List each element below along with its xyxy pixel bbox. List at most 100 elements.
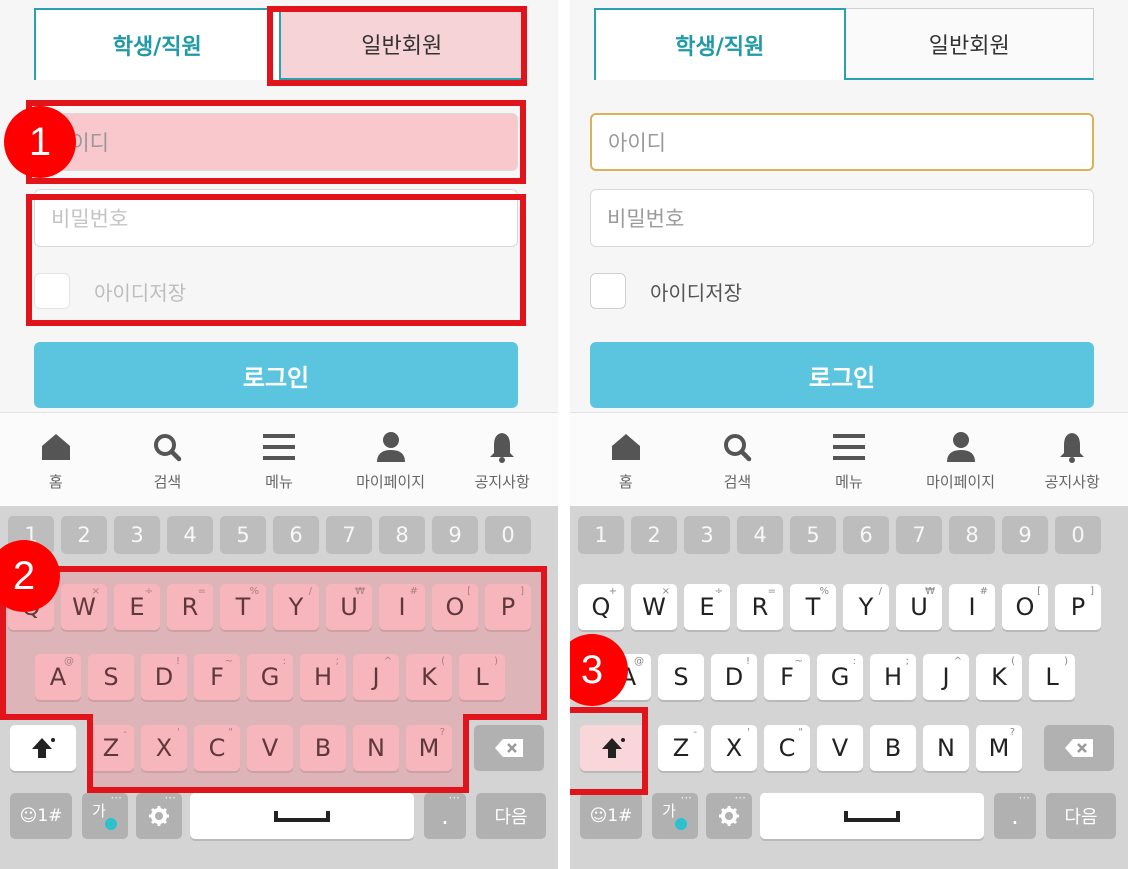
number-key-4[interactable]: 4: [167, 516, 213, 554]
next-key[interactable]: 다음: [1046, 793, 1116, 839]
letter-key-d[interactable]: D!: [141, 654, 187, 700]
letter-key-i[interactable]: I #: [949, 584, 995, 630]
letter-key-l[interactable]: L): [1029, 654, 1075, 700]
letter-key-t[interactable]: T%: [790, 584, 836, 630]
number-key-4[interactable]: 4: [737, 516, 783, 554]
number-key-3[interactable]: 3: [114, 516, 160, 554]
number-key-5[interactable]: 5: [220, 516, 266, 554]
number-key-0[interactable]: 0: [1055, 516, 1101, 554]
letter-key-o[interactable]: O[: [432, 584, 478, 630]
number-key-2[interactable]: 2: [61, 516, 107, 554]
number-key-2[interactable]: 2: [631, 516, 677, 554]
symbols-key[interactable]: ☺1#: [580, 793, 642, 839]
period-key[interactable]: .: [994, 791, 1036, 839]
letter-key-f[interactable]: F ~: [764, 654, 810, 700]
letter-key-a[interactable]: A @: [35, 654, 81, 700]
space-key[interactable]: [190, 793, 414, 839]
letter-key-y[interactable]: Y /: [843, 584, 889, 630]
letter-key-s[interactable]: S: [88, 654, 134, 700]
number-key-7[interactable]: 7: [896, 516, 942, 554]
period-key[interactable]: .: [424, 791, 466, 839]
letter-key-r[interactable]: R =: [737, 584, 783, 630]
nav-search[interactable]: 검색: [682, 413, 794, 507]
tab-student-staff[interactable]: 학생/직원: [594, 8, 846, 80]
letter-key-h[interactable]: H;: [300, 654, 346, 700]
password-field[interactable]: 비밀번호: [590, 189, 1094, 247]
letter-key-c[interactable]: C ": [764, 725, 810, 771]
letter-key-d[interactable]: D!: [711, 654, 757, 700]
letter-key-p[interactable]: P]: [1055, 584, 1101, 630]
letter-key-j[interactable]: J ^: [353, 654, 399, 700]
letter-key-p[interactable]: P]: [485, 584, 531, 630]
id-field[interactable]: 아이디: [590, 113, 1094, 171]
number-key-3[interactable]: 3: [684, 516, 730, 554]
number-key-8[interactable]: 8: [379, 516, 425, 554]
number-key-5[interactable]: 5: [790, 516, 836, 554]
letter-key-f[interactable]: F ~: [194, 654, 240, 700]
symbols-key[interactable]: ☺1#: [10, 793, 72, 839]
backspace-key[interactable]: [1044, 725, 1114, 771]
letter-key-e[interactable]: E ÷: [684, 584, 730, 630]
next-key[interactable]: 다음: [476, 793, 546, 839]
letter-key-z[interactable]: Z-: [658, 725, 704, 771]
nav-mypage[interactable]: 마이페이지: [335, 413, 447, 507]
letter-key-i[interactable]: I #: [379, 584, 425, 630]
letter-key-b[interactable]: B: [300, 725, 346, 771]
nav-notice[interactable]: 공지사항: [446, 413, 558, 507]
language-key[interactable]: 가: [82, 791, 128, 839]
letter-key-n[interactable]: N: [923, 725, 969, 771]
letter-key-h[interactable]: H;: [870, 654, 916, 700]
letter-key-r[interactable]: R =: [167, 584, 213, 630]
letter-key-o[interactable]: O[: [1002, 584, 1048, 630]
letter-key-z[interactable]: Z-: [88, 725, 134, 771]
letter-key-t[interactable]: T%: [220, 584, 266, 630]
letter-key-e[interactable]: E ÷: [114, 584, 160, 630]
number-key-6[interactable]: 6: [843, 516, 889, 554]
letter-key-m[interactable]: M?: [406, 725, 452, 771]
number-key-1[interactable]: 1: [578, 516, 624, 554]
nav-menu[interactable]: 메뉴: [223, 413, 335, 507]
letter-key-b[interactable]: B: [870, 725, 916, 771]
settings-key[interactable]: [706, 791, 752, 839]
language-key[interactable]: 가: [652, 791, 698, 839]
letter-key-g[interactable]: G:: [247, 654, 293, 700]
number-key-9[interactable]: 9: [432, 516, 478, 554]
letter-key-m[interactable]: M?: [976, 725, 1022, 771]
tab-general-member[interactable]: 일반회원: [845, 8, 1094, 80]
login-button[interactable]: 로그인: [590, 342, 1094, 408]
tab-student-staff[interactable]: 학생/직원: [34, 8, 281, 80]
letter-key-w[interactable]: W ×: [61, 584, 107, 630]
letter-key-k[interactable]: K(: [406, 654, 452, 700]
letter-key-q[interactable]: Q+: [578, 584, 624, 630]
letter-key-x[interactable]: X ': [141, 725, 187, 771]
nav-search[interactable]: 검색: [112, 413, 224, 507]
settings-key[interactable]: [136, 791, 182, 839]
letter-key-u[interactable]: U ₩: [896, 584, 942, 630]
login-button[interactable]: 로그인: [34, 342, 518, 408]
letter-key-c[interactable]: C ": [194, 725, 240, 771]
letter-key-l[interactable]: L): [459, 654, 505, 700]
nav-home[interactable]: 홈: [570, 413, 682, 507]
number-key-8[interactable]: 8: [949, 516, 995, 554]
nav-notice[interactable]: 공지사항: [1016, 413, 1128, 507]
letter-key-v[interactable]: V: [817, 725, 863, 771]
number-key-6[interactable]: 6: [273, 516, 319, 554]
letter-key-w[interactable]: W ×: [631, 584, 677, 630]
letter-key-y[interactable]: Y /: [273, 584, 319, 630]
space-key[interactable]: [760, 793, 984, 839]
letter-key-u[interactable]: U ₩: [326, 584, 372, 630]
letter-key-x[interactable]: X ': [711, 725, 757, 771]
nav-menu[interactable]: 메뉴: [793, 413, 905, 507]
letter-key-v[interactable]: V: [247, 725, 293, 771]
nav-mypage[interactable]: 마이페이지: [905, 413, 1017, 507]
letter-key-n[interactable]: N: [353, 725, 399, 771]
nav-home[interactable]: 홈: [0, 413, 112, 507]
shift-key[interactable]: [10, 725, 76, 771]
number-key-9[interactable]: 9: [1002, 516, 1048, 554]
letter-key-k[interactable]: K(: [976, 654, 1022, 700]
letter-key-s[interactable]: S: [658, 654, 704, 700]
number-key-7[interactable]: 7: [326, 516, 372, 554]
number-key-0[interactable]: 0: [485, 516, 531, 554]
save-id-checkbox[interactable]: [590, 273, 626, 309]
letter-key-g[interactable]: G:: [817, 654, 863, 700]
